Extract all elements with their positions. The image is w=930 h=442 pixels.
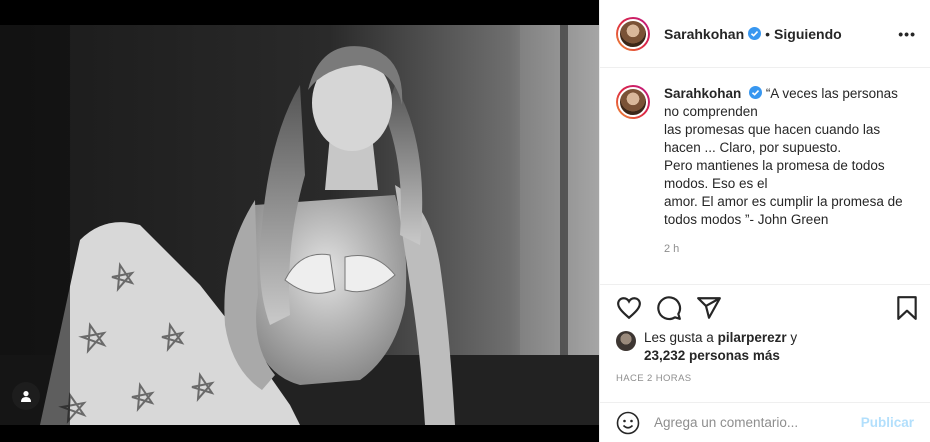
caption-time[interactable]: 2 h xyxy=(664,243,914,255)
action-bar xyxy=(600,288,930,328)
caption-line-3: Pero mantienes la promesa de todos modos… xyxy=(664,158,885,191)
post-side-panel: Sarahkohan • Siguiendo ••• Sarahkohan “A… xyxy=(599,0,930,442)
posted-time[interactable]: HACE 2 HORAS xyxy=(616,373,692,384)
instagram-post-modal: Sarahkohan • Siguiendo ••• Sarahkohan “A… xyxy=(0,0,930,442)
tagged-users-button[interactable] xyxy=(12,382,40,410)
post-media xyxy=(0,0,599,442)
bookmark-icon[interactable] xyxy=(894,295,920,321)
likes-section: Les gusta a pilarperezr y 23,232 persona… xyxy=(616,329,914,365)
caption-line-2: las promesas que hacen cuando las hacen … xyxy=(664,122,881,155)
following-button[interactable]: Siguiendo xyxy=(774,26,842,42)
caption-username[interactable]: Sarahkohan xyxy=(664,86,741,101)
comment-input[interactable] xyxy=(654,415,844,430)
share-icon[interactable] xyxy=(696,295,722,321)
likes-and: y xyxy=(790,330,798,345)
more-options-button[interactable]: ••• xyxy=(898,26,916,42)
post-header: Sarahkohan • Siguiendo ••• xyxy=(600,0,930,68)
publish-button[interactable]: Publicar xyxy=(861,415,914,430)
caption-section: Sarahkohan “A veces las personas no comp… xyxy=(600,69,930,285)
comment-box: Publicar xyxy=(600,402,930,442)
smiley-icon[interactable] xyxy=(616,411,640,435)
author-username[interactable]: Sarahkohan xyxy=(664,26,744,42)
caption-avatar[interactable] xyxy=(616,85,650,119)
liker-avatar[interactable] xyxy=(616,331,636,351)
likes-prefix: Les gusta a xyxy=(644,330,714,345)
likes-text: Les gusta a pilarperezr y 23,232 persona… xyxy=(644,329,797,365)
liker-username[interactable]: pilarperezr xyxy=(718,330,787,345)
likes-count[interactable]: 23,232 personas más xyxy=(644,348,780,363)
post-photo[interactable] xyxy=(0,25,599,425)
heart-icon[interactable] xyxy=(616,295,642,321)
caption-line-4: amor. El amor es cumplir la promesa de t… xyxy=(664,194,903,227)
caption-text: Sarahkohan “A veces las personas no comp… xyxy=(664,85,914,229)
author-avatar[interactable] xyxy=(616,16,650,51)
verified-badge-icon xyxy=(749,86,763,99)
user-icon xyxy=(21,391,31,402)
separator-dot: • xyxy=(765,25,771,42)
comment-icon[interactable] xyxy=(656,295,682,321)
verified-badge-icon xyxy=(748,27,762,40)
